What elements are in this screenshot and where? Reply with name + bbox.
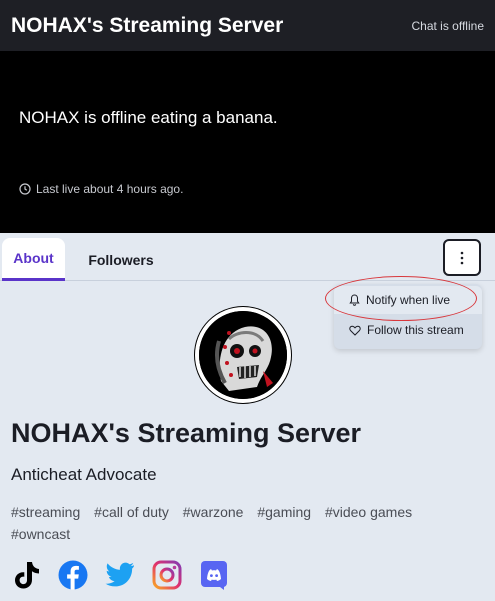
notify-when-live-label: Notify when live (366, 293, 451, 307)
tag[interactable]: #streaming (11, 504, 80, 520)
tagline: Anticheat Advocate (11, 465, 157, 484)
kebab-menu-icon (460, 251, 464, 264)
heart-icon (349, 325, 361, 336)
twitter-icon (105, 562, 135, 587)
discord-link[interactable] (199, 559, 229, 591)
last-live-text: Last live about 4 hours ago. (36, 182, 184, 196)
options-dropdown: Notify when live Follow this stream (334, 284, 482, 349)
avatar (195, 307, 291, 403)
tag[interactable]: #call of duty (94, 504, 169, 520)
chat-status: Chat is offline (411, 18, 485, 33)
tag[interactable]: #gaming (257, 504, 311, 520)
tab-bar: About Followers (0, 233, 495, 281)
tiktok-icon (15, 562, 39, 589)
tag[interactable]: #video games (325, 504, 412, 520)
server-name: NOHAX's Streaming Server (11, 418, 362, 448)
offline-message: NOHAX is offline eating a banana. (19, 108, 278, 127)
social-links (11, 559, 229, 591)
offline-banner: NOHAX is offline eating a banana. Last l… (0, 51, 495, 233)
clock-icon (19, 183, 31, 195)
tag[interactable]: #owncast (11, 526, 70, 542)
tag-list: #streaming #call of duty #warzone #gamin… (11, 501, 486, 545)
skull-logo-icon (199, 311, 287, 399)
discord-icon (201, 561, 227, 590)
bell-icon (349, 294, 360, 306)
twitter-link[interactable] (105, 559, 135, 591)
tab-about[interactable]: About (2, 238, 65, 281)
facebook-icon (58, 560, 88, 590)
instagram-link[interactable] (152, 559, 182, 591)
instagram-icon (152, 560, 182, 590)
follow-stream-label: Follow this stream (367, 323, 464, 337)
notify-when-live-item[interactable]: Notify when live (334, 286, 482, 314)
facebook-link[interactable] (58, 559, 88, 591)
more-options-button[interactable] (443, 239, 481, 276)
follow-stream-item[interactable]: Follow this stream (334, 316, 482, 344)
last-live: Last live about 4 hours ago. (19, 182, 183, 196)
tab-followers[interactable]: Followers (80, 238, 162, 281)
site-title: NOHAX's Streaming Server (11, 13, 284, 37)
header: NOHAX's Streaming Server Chat is offline (0, 0, 495, 51)
tiktok-link[interactable] (11, 559, 41, 591)
tag[interactable]: #warzone (183, 504, 244, 520)
